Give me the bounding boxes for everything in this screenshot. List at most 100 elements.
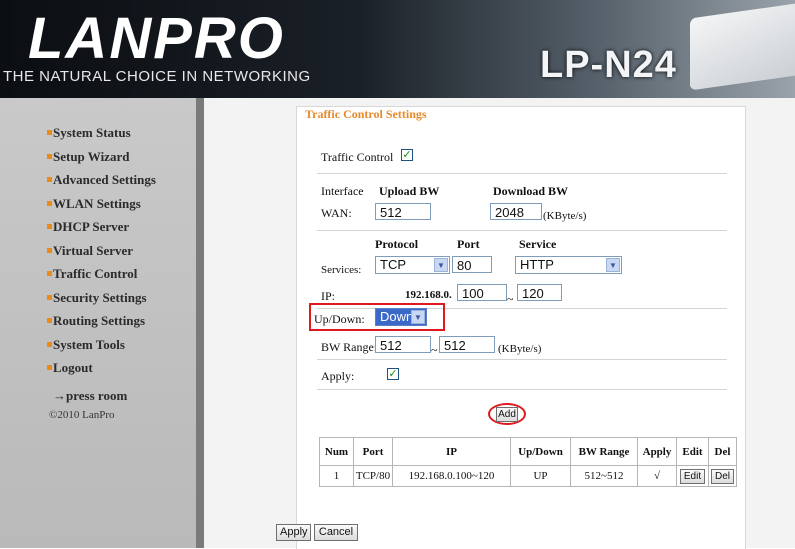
cell-edit: Edit: [676, 465, 709, 487]
main-content: Traffic Control Settings Traffic Control…: [204, 98, 795, 549]
upload-bw-label: Upload BW: [379, 184, 440, 198]
cell-bw-range: 512~512: [570, 465, 638, 487]
upload-bw-input[interactable]: 512: [375, 203, 431, 220]
bullet-icon: [47, 200, 52, 206]
rules-table: Num Port IP Up/Down BW Range Apply Edit …: [319, 437, 737, 487]
sidebar-item-advanced-settings[interactable]: Advanced Settings: [47, 172, 156, 196]
protocol-select[interactable]: TCP ▼: [375, 256, 450, 274]
bw-range-start-input[interactable]: 512: [375, 336, 431, 353]
bw-range-end-input[interactable]: 512: [439, 336, 495, 353]
ip-start-input[interactable]: 100: [457, 284, 507, 301]
protocol-label: Protocol: [375, 237, 419, 251]
chevron-down-icon: ▼: [606, 258, 620, 272]
divider: [317, 359, 727, 360]
wan-label: WAN:: [321, 206, 352, 220]
download-bw-input[interactable]: 2048: [490, 203, 542, 220]
sidebar: System Status Setup Wizard Advanced Sett…: [0, 98, 196, 548]
port-input[interactable]: 80: [452, 256, 492, 273]
bullet-icon: [47, 294, 52, 300]
service-select[interactable]: HTTP ▼: [515, 256, 622, 274]
page-title: Traffic Control Settings: [305, 107, 427, 121]
cell-del: Del: [708, 465, 737, 487]
bullet-icon: [47, 341, 52, 347]
bullet-icon: [47, 318, 52, 323]
updown-label: Up/Down:: [314, 312, 365, 326]
column-header-num: Num: [319, 437, 354, 466]
sidebar-item-label: Routing Settings: [53, 313, 146, 328]
check-icon: ✓: [388, 367, 398, 380]
divider: [317, 173, 727, 174]
sidebar-item-routing-settings[interactable]: Routing Settings: [47, 313, 156, 337]
edit-button[interactable]: Edit: [679, 468, 706, 484]
ip-range-tilde: ~: [507, 292, 514, 306]
updown-value: Down: [380, 309, 414, 324]
brand-logo: LANPRO: [28, 6, 285, 71]
chevron-down-icon: ▼: [434, 258, 448, 272]
cell-apply: √: [637, 465, 677, 487]
settings-panel: Traffic Control Settings Traffic Control…: [296, 106, 746, 549]
bw-range-tilde: ~: [431, 343, 438, 357]
column-header-port: Port: [353, 437, 393, 466]
traffic-control-checkbox[interactable]: ✓: [401, 149, 413, 161]
sidebar-item-label: DHCP Server: [53, 219, 130, 234]
interface-label: Interface: [321, 184, 364, 198]
ip-end-input[interactable]: 120: [517, 284, 562, 301]
sidebar-item-dhcp-server[interactable]: DHCP Server: [47, 219, 156, 243]
sidebar-item-label: Setup Wizard: [53, 148, 130, 164]
column-header-apply: Apply: [637, 437, 677, 466]
cell-updown: UP: [510, 465, 571, 487]
add-button[interactable]: Add: [496, 407, 518, 422]
press-room-link[interactable]: →press room: [53, 388, 156, 404]
column-header-bw-range: BW Range: [570, 437, 638, 466]
bullet-icon: [47, 247, 52, 253]
sidebar-item-label: Logout: [53, 360, 93, 375]
sidebar-item-label: Traffic Control: [53, 266, 138, 281]
router-image: [690, 1, 795, 91]
bw-range-unit: (KByte/s): [498, 343, 542, 355]
service-label: Service: [519, 237, 557, 251]
copyright: ©2010 LanPro: [49, 409, 115, 421]
sidebar-item-wlan-settings[interactable]: WLAN Settings: [47, 196, 156, 220]
cell-num: 1: [319, 465, 354, 487]
sidebar-item-security-settings[interactable]: Security Settings: [47, 289, 156, 314]
sidebar-item-label: Advanced Settings: [53, 172, 156, 187]
brand-tagline: THE NATURAL CHOICE IN NETWORKING: [3, 68, 311, 85]
apply-button[interactable]: Apply: [276, 524, 311, 541]
divider: [317, 389, 727, 390]
sidebar-item-label: Virtual Server: [53, 242, 134, 258]
sidebar-nav: System Status Setup Wizard Advanced Sett…: [47, 125, 156, 404]
model-name: LP-N24: [540, 44, 677, 86]
cancel-button[interactable]: Cancel: [314, 524, 358, 541]
services-label: Services:: [321, 264, 362, 276]
bullet-icon: [47, 271, 52, 276]
sidebar-divider: [196, 98, 204, 548]
table-header-row: Num Port IP Up/Down BW Range Apply Edit …: [319, 437, 737, 466]
sidebar-item-system-status[interactable]: System Status: [47, 125, 156, 149]
bullet-icon: [47, 365, 52, 370]
apply-checkbox[interactable]: ✓: [387, 368, 399, 380]
header-banner: LANPRO THE NATURAL CHOICE IN NETWORKING …: [0, 0, 795, 98]
updown-select[interactable]: Down ▼: [375, 308, 427, 326]
traffic-control-label: Traffic Control: [321, 150, 394, 164]
sidebar-item-label: System Status: [53, 125, 131, 140]
bullet-icon: [47, 153, 52, 159]
sidebar-item-setup-wizard[interactable]: Setup Wizard: [47, 148, 156, 173]
sidebar-item-logout[interactable]: Logout: [47, 360, 156, 384]
sidebar-item-label: Security Settings: [53, 289, 147, 305]
sidebar-item-virtual-server[interactable]: Virtual Server: [47, 242, 156, 267]
ip-prefix: 192.168.0.: [405, 289, 452, 301]
sidebar-item-system-tools[interactable]: System Tools: [47, 337, 156, 361]
column-header-del: Del: [708, 437, 737, 466]
column-header-ip: IP: [392, 437, 511, 466]
port-label: Port: [457, 237, 480, 251]
check-icon: ✓: [402, 148, 412, 161]
cell-ip: 192.168.0.100~120: [392, 465, 511, 487]
bullet-icon: [47, 130, 52, 135]
cell-port: TCP/80: [353, 465, 393, 487]
bw-range-label: BW Range:: [321, 340, 378, 354]
download-bw-label: Download BW: [493, 184, 569, 198]
delete-button[interactable]: Del: [710, 468, 734, 484]
sidebar-item-traffic-control[interactable]: Traffic Control: [47, 266, 156, 290]
bullet-icon: [47, 177, 52, 182]
column-header-edit: Edit: [676, 437, 709, 466]
